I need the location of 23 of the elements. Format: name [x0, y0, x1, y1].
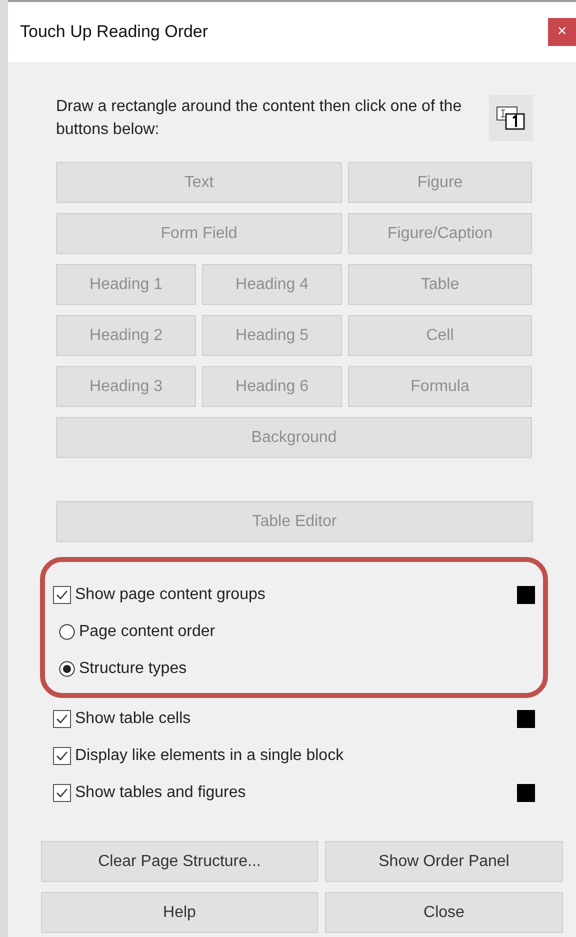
option-label: Page content order	[78, 622, 216, 640]
checkbox[interactable]	[53, 784, 71, 802]
dialog-button[interactable]: Help	[41, 892, 318, 933]
color-swatch[interactable]	[517, 784, 535, 802]
checkbox[interactable]	[53, 710, 71, 728]
option-label: Show tables and figures	[74, 784, 247, 802]
color-swatch[interactable]	[517, 710, 535, 728]
close-button[interactable]: ×	[548, 18, 576, 46]
radio-button[interactable]	[59, 660, 75, 676]
dialog-button[interactable]: Close	[325, 892, 563, 933]
dialog-button[interactable]: Show Order Panel	[325, 841, 563, 882]
instructions-text: Draw a rectangle around the content then click one of the buttons below:	[56, 97, 463, 140]
reading-order-icon[interactable]	[489, 95, 533, 141]
option-label: Show table cells	[74, 710, 192, 728]
checkbox[interactable]	[53, 746, 71, 764]
option-label: Structure types	[78, 660, 188, 678]
window-title: Touch Up Reading Order	[20, 22, 208, 42]
radio-button[interactable]	[59, 624, 75, 640]
checkbox[interactable]	[53, 586, 71, 604]
option-label: Display like elements in a single block	[74, 746, 345, 764]
option-label: Show page content groups	[74, 586, 266, 604]
color-swatch[interactable]	[517, 586, 535, 604]
dialog-button[interactable]: Clear Page Structure...	[41, 841, 318, 882]
